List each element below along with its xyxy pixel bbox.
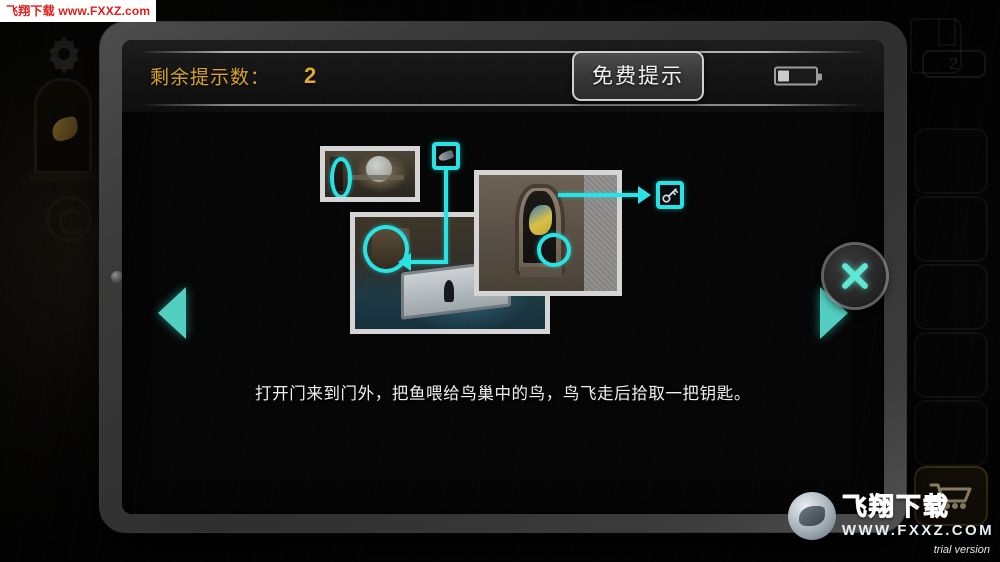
battery-fill bbox=[778, 70, 789, 82]
arrow-to-nest bbox=[398, 253, 411, 271]
screen-root: 2 剩余提示数： 2 免费提示 bbox=[0, 0, 1000, 562]
key-item-icon bbox=[656, 181, 684, 209]
watermark-text: 飞翔下载 WWW.FXXZ.COM bbox=[841, 492, 994, 539]
connector-bird-to-key bbox=[558, 193, 638, 197]
key-icon bbox=[662, 188, 678, 203]
tablet-screen: 剩余提示数： 2 免费提示 打开门来到门外，把鱼喂给鸟巢中的鸟，鸟飞走后拾取一把… bbox=[122, 40, 884, 514]
highlight-bird bbox=[537, 233, 571, 267]
scene-character bbox=[444, 279, 455, 302]
scene-perch bbox=[520, 266, 562, 278]
watermark-en: WWW.FXXZ.COM bbox=[841, 521, 994, 539]
fish-icon bbox=[437, 149, 455, 163]
header-divider-top bbox=[140, 51, 866, 53]
trial-version-label: trial version bbox=[933, 544, 990, 556]
header-divider-bottom bbox=[140, 104, 866, 106]
arrow-to-key bbox=[638, 186, 651, 204]
connector-fish-vertical bbox=[444, 170, 448, 262]
hint-screenshot-room[interactable] bbox=[320, 146, 420, 202]
hint-diagram: 打开门来到门外，把鱼喂给鸟巢中的鸟，鸟飞走后拾取一把钥匙。 bbox=[122, 112, 884, 514]
hint-count-label: 剩余提示数： bbox=[150, 67, 271, 89]
fish-item-icon bbox=[432, 142, 460, 170]
free-hint-button[interactable]: 免费提示 bbox=[572, 51, 704, 101]
battery-icon bbox=[774, 66, 822, 86]
highlight-door bbox=[330, 157, 352, 197]
watermark-cn: 飞翔下载 bbox=[841, 492, 950, 521]
top-watermark: 飞翔下载 www.FXXZ.com bbox=[0, 0, 157, 22]
hint-caption: 打开门来到门外，把鱼喂给鸟巢中的鸟，鸟飞走后拾取一把钥匙。 bbox=[255, 385, 751, 403]
bottom-watermark-logo: 飞翔下载 WWW.FXXZ.COM bbox=[787, 492, 994, 540]
watermark-bird-icon bbox=[787, 492, 836, 540]
close-button[interactable] bbox=[824, 245, 886, 307]
prev-hint-arrow[interactable] bbox=[158, 287, 186, 339]
hint-screenshot-birdhouse[interactable] bbox=[474, 170, 622, 296]
connector-fish-horizontal bbox=[410, 260, 448, 264]
scene-room-shelf bbox=[346, 174, 405, 180]
hint-count-value: 2 bbox=[304, 63, 317, 88]
tablet-device: 剩余提示数： 2 免费提示 打开门来到门外，把鱼喂给鸟巢中的鸟，鸟飞走后拾取一把… bbox=[100, 22, 906, 532]
hint-header-bar: 剩余提示数： 2 免费提示 bbox=[122, 40, 884, 112]
